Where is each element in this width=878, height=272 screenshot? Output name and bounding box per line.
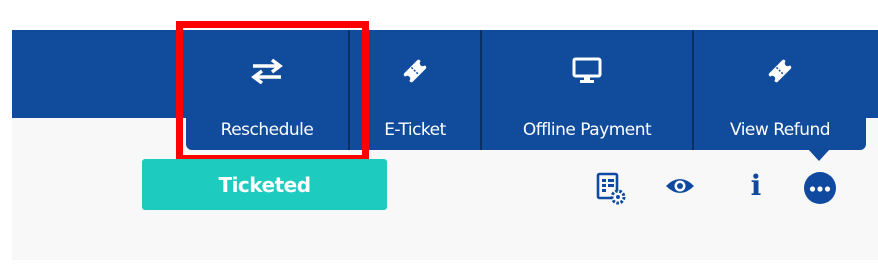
- view-refund-button[interactable]: View Refund: [694, 30, 866, 150]
- reschedule-button[interactable]: Reschedule: [186, 30, 350, 150]
- e-ticket-button[interactable]: E-Ticket: [350, 30, 482, 150]
- eye-icon[interactable]: [663, 168, 697, 204]
- more-options-icon[interactable]: [800, 166, 840, 210]
- monitor-icon: [572, 56, 602, 86]
- offline-payment-label: Offline Payment: [522, 120, 652, 140]
- view-refund-label: View Refund: [729, 120, 831, 140]
- ticket-icon: [400, 56, 430, 86]
- swap-arrows-icon: [250, 56, 284, 86]
- reschedule-label: Reschedule: [220, 120, 314, 140]
- status-badge: Ticketed: [142, 159, 387, 210]
- ticket-icon: [765, 56, 795, 86]
- menu-caret: [808, 149, 830, 161]
- offline-payment-button[interactable]: Offline Payment: [482, 30, 694, 150]
- page: Reschedule E-Ticket Offline Payment View…: [0, 0, 878, 272]
- e-ticket-label: E-Ticket: [384, 120, 446, 140]
- action-menu: Reschedule E-Ticket Offline Payment View…: [186, 30, 866, 150]
- info-icon[interactable]: i: [744, 168, 768, 204]
- invoice-settings-icon[interactable]: [590, 168, 630, 208]
